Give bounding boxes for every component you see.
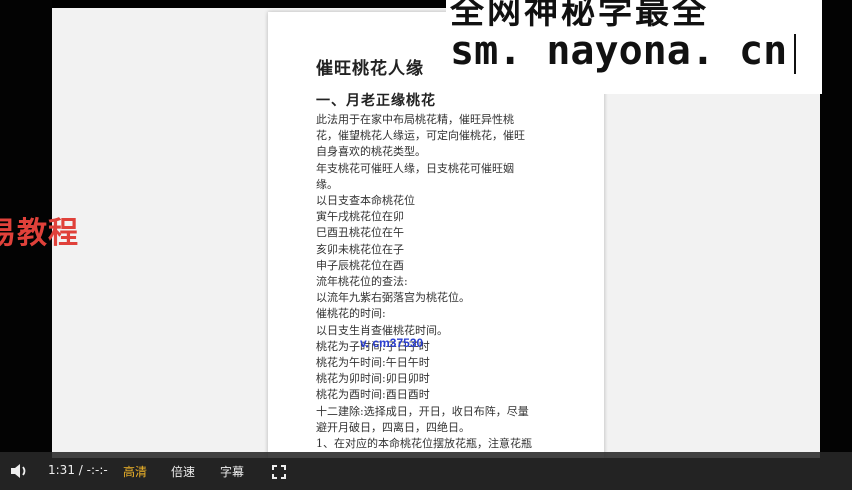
document-line: 桃花为酉时间:酉日酉时: [316, 388, 430, 402]
volume-icon[interactable]: [9, 462, 29, 480]
video-player[interactable]: 催旺桃花人缘 一、月老正缘桃花 此法用于在家中布局桃花精，催旺异性桃 花，催望桃…: [0, 0, 852, 490]
document-line: 此法用于在家中布局桃花精，催旺异性桃: [316, 113, 514, 126]
watermark-banner: 全网神秘学最全 sm. nayona. cn: [446, 0, 822, 94]
document-line: 以日支生肖查催桃花时间。: [316, 323, 448, 337]
document-line: 缘。: [316, 177, 338, 191]
document-line: 桃花为午时间:午日午时: [316, 356, 430, 370]
document-line: 申子辰桃花位在酉: [316, 258, 404, 272]
document-line: 避开月破日，四离日，四绝日。: [316, 420, 470, 434]
document-line: 年支桃花可催旺人缘，日支桃花可催旺姻: [316, 161, 514, 175]
document-line: 以流年九紫右弼落宫为桃花位。: [316, 291, 470, 305]
speed-button[interactable]: 倍速: [171, 463, 195, 480]
player-control-bar: 1:31 / -:-:- 高清 倍速 字幕: [0, 452, 852, 490]
text-caret: [794, 34, 796, 74]
contact-overlay: v. cm37530: [360, 336, 424, 350]
letterbox-right: [820, 0, 852, 490]
document-line: 桃花为子时间:子日子时: [316, 339, 430, 353]
document-title: 催旺桃花人缘: [316, 59, 424, 79]
watermark-url: sm. nayona. cn: [450, 28, 788, 74]
playback-time: 1:31 / -:-:-: [48, 463, 108, 477]
document-line: 寅午戌桃花位在卯: [316, 210, 404, 224]
document-line: 桃花为卯时间:卯日卯时: [316, 372, 430, 386]
document-line: 催桃花的时间:: [316, 307, 386, 321]
document-line: 巳酉丑桃花位在午: [316, 226, 404, 240]
subtitles-button[interactable]: 字幕: [220, 463, 244, 480]
document-line: 1、在对应的本命桃花位摆放花瓶，注意花瓶: [316, 437, 532, 451]
document-line: 亥卯未桃花位在子: [316, 242, 404, 256]
document-line: 十二建除:选择成日，开日，收日布阵，尽量: [316, 404, 529, 418]
brand-badge: 易教程: [0, 216, 79, 251]
quality-button[interactable]: 高清: [123, 463, 147, 480]
document-body: 此法用于在家中布局桃花精，催旺异性桃 花，催望桃花人缘运，可定向催桃花，催旺 自…: [316, 112, 566, 452]
fullscreen-icon[interactable]: [272, 464, 286, 479]
document-line: 流年桃花位的查法:: [316, 275, 408, 289]
document-line: 自身喜欢的桃花类型。: [316, 145, 426, 159]
document-section-heading: 一、月老正缘桃花: [316, 93, 436, 109]
document-line: 花，催望桃花人缘运，可定向催桃花，催旺: [316, 129, 525, 143]
document-line: 以日支查本命桃花位: [316, 194, 415, 208]
